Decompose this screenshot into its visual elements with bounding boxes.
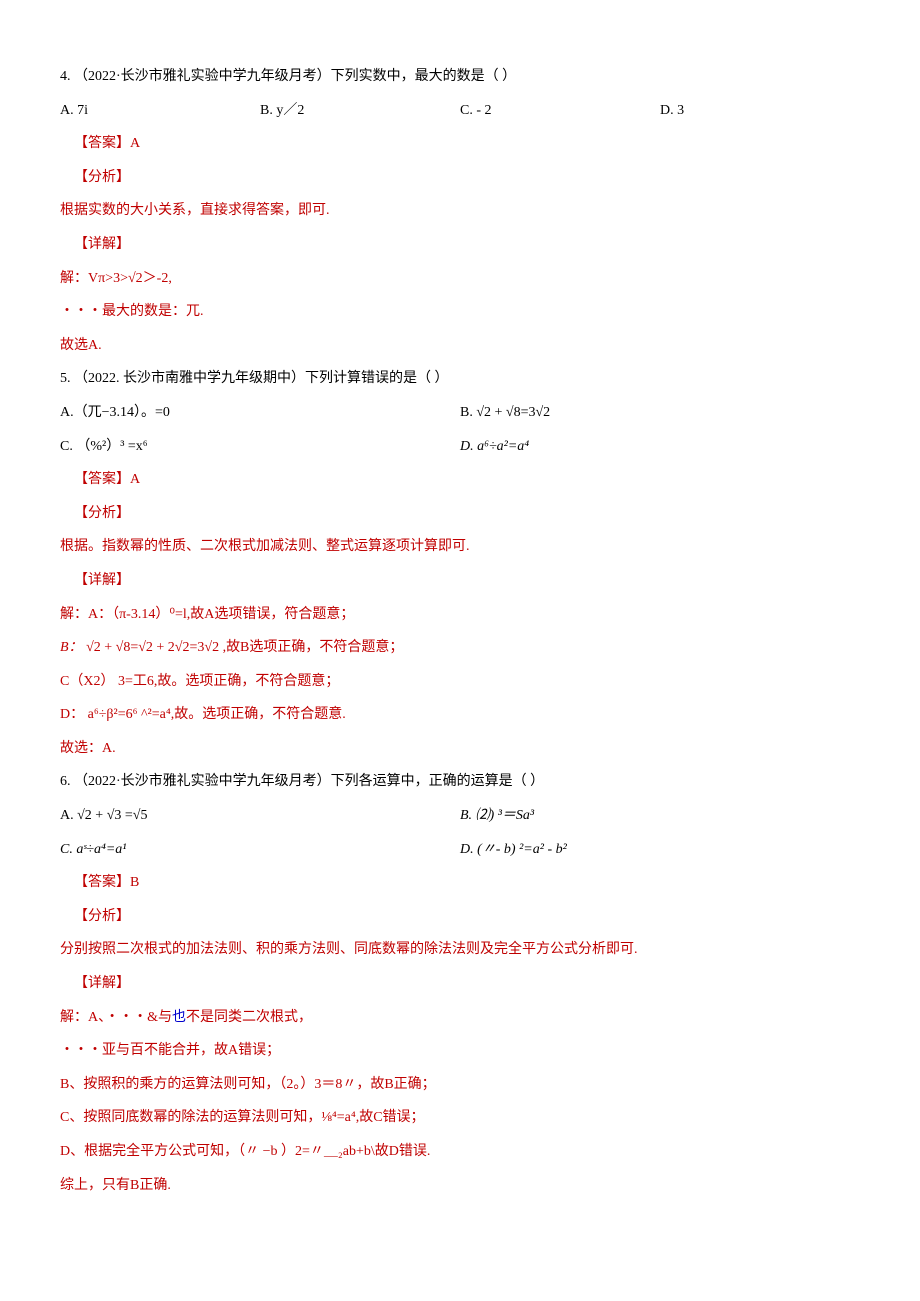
- q5-opt-b: B. √2 + √8=3√2: [460, 396, 860, 430]
- q4-detail-label: 【详解】: [60, 228, 860, 262]
- q6-sol-line1-blue: 也: [172, 1010, 186, 1025]
- q4-sol-line2: ・・・最大的数是：兀.: [60, 295, 860, 329]
- q5-opt-d: D. a⁶÷a²=a⁴: [460, 430, 860, 464]
- q4-analysis-body: 根据实数的大小关系，直接求得答案，即可.: [60, 194, 860, 228]
- q5-sol-line2: B： √2 + √8=√2 + 2√2=3√2 ,故B选项正确，不符合题意；: [60, 631, 860, 665]
- q6-sol-line1-post: 不是同类二次根式，: [186, 1010, 312, 1025]
- q5-detail-label: 【详解】: [60, 564, 860, 598]
- q4-analysis-label: 【分析】: [60, 161, 860, 195]
- q6-sol-line2: ・・・亚与百不能合并，故A错误；: [60, 1034, 860, 1068]
- q6-sol-line4: C、按照同底数幂的除法的运算法则可知，⅛⁴=a⁴,故C错误；: [60, 1101, 860, 1135]
- q4-sol-line3: 故选A.: [60, 329, 860, 363]
- q5-sol-line4: D： a⁶÷β²=6⁶ ^²=a⁴,故。选项正确，不符合题意.: [60, 698, 860, 732]
- q6-opt-b: B. ⑵) ³＝Sa³: [460, 799, 860, 833]
- q5-options-row2: C. （%²）³ =x⁶ D. a⁶÷a²=a⁴: [60, 430, 860, 464]
- q6-options-row2: C. aˢ÷a⁴=a¹ D. (〃- b) ²=a² - b²: [60, 833, 860, 867]
- q4-options: A. 7i B. y／2 C. - 2 D. 3: [60, 94, 860, 128]
- q6-options-row1: A. √2 + √3 =√5 B. ⑵) ³＝Sa³: [60, 799, 860, 833]
- q4-answer: 【答案】A: [60, 127, 860, 161]
- q6-detail-label: 【详解】: [60, 967, 860, 1001]
- q6-sol-line3: B、按照积的乘方的运算法则可知，（2。）3＝8〃，故B正确；: [60, 1068, 860, 1102]
- q5-sol-line2-body: √2 + √8=√2 + 2√2=3√2 ,故B选项正确，不符合题意；: [86, 640, 403, 655]
- q6-sol-line5: D、根据完全平方公式可知，（〃 −b ）2=〃＿₂ab+b\故D错误.: [60, 1135, 860, 1169]
- q5-opt-a: A.（兀−3.14）。=0: [60, 396, 460, 430]
- q5-sol-line1: 解：A：（π-3.14）⁰=l,故A选项错误，符合题意；: [60, 598, 860, 632]
- q6-sol-line1: 解：A、・・・&与也不是同类二次根式，: [60, 1001, 860, 1035]
- q6-stem: 6. （2022·长沙市雅礼实验中学九年级月考）下列各运算中，正确的运算是（ ）: [60, 765, 860, 799]
- q6-analysis-body: 分别按照二次根式的加法法则、积的乘方法则、同底数幂的除法法则及完全平方公式分析即…: [60, 933, 860, 967]
- q5-sol-line5: 故选：A.: [60, 732, 860, 766]
- q6-opt-d: D. (〃- b) ²=a² - b²: [460, 833, 860, 867]
- q6-answer: 【答案】B: [60, 866, 860, 900]
- q4-opt-b: B. y／2: [260, 94, 460, 128]
- q4-opt-a: A. 7i: [60, 94, 260, 128]
- q4-opt-c: C. - 2: [460, 94, 660, 128]
- q4-sol-line1: 解：Vπ>3>√2＞-2,: [60, 262, 860, 296]
- q6-opt-a: A. √2 + √3 =√5: [60, 799, 460, 833]
- q5-stem: 5. （2022. 长沙市南雅中学九年级期中）下列计算错误的是（ ）: [60, 362, 860, 396]
- q4-opt-d: D. 3: [660, 94, 860, 128]
- q5-sol-line3: C（X2） 3=工6,故。选项正确，不符合题意；: [60, 665, 860, 699]
- q5-answer: 【答案】A: [60, 463, 860, 497]
- q5-sol-line2-prefix: B：: [60, 640, 83, 655]
- q6-analysis-label: 【分析】: [60, 900, 860, 934]
- q6-sol-line1-pre: 解：A、・・・&与: [60, 1010, 172, 1025]
- q4-stem: 4. （2022·长沙市雅礼实验中学九年级月考）下列实数中，最大的数是（ ）: [60, 60, 860, 94]
- q5-analysis-body: 根据。指数幂的性质、二次根式加减法则、整式运算逐项计算即可.: [60, 530, 860, 564]
- q5-opt-c: C. （%²）³ =x⁶: [60, 430, 460, 464]
- q5-options-row1: A.（兀−3.14）。=0 B. √2 + √8=3√2: [60, 396, 860, 430]
- q6-opt-c: C. aˢ÷a⁴=a¹: [60, 833, 460, 867]
- q6-sol-line6: 综上，只有B正确.: [60, 1169, 860, 1203]
- q5-analysis-label: 【分析】: [60, 497, 860, 531]
